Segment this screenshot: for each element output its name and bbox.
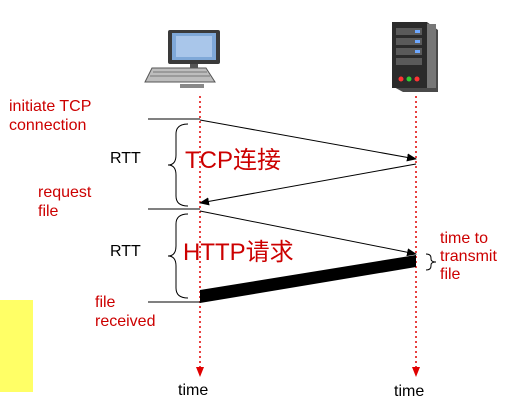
client-time-label: time — [178, 382, 209, 399]
http-timing-diagram: initiate TCP connection RTT TCP连接 reques… — [0, 0, 528, 417]
time-to-transmit-label-2: transmit — [440, 248, 497, 265]
time-to-transmit-label-1: time to — [440, 230, 489, 247]
initiate-tcp-label-1: initiate TCP — [9, 98, 92, 115]
yellow-highlight-box — [0, 300, 33, 392]
request-file-label-1: request — [38, 184, 92, 201]
http-request-label: HTTP请求 — [183, 239, 294, 266]
tcp-handshake-label: TCP连接 — [185, 147, 281, 174]
initiate-tcp-label-2: connection — [9, 117, 87, 134]
request-file-label-2: file — [38, 203, 59, 220]
file-received-label-1: file — [95, 294, 116, 311]
rtt-label-1: RTT — [110, 150, 141, 167]
time-to-transmit-label-3: file — [440, 266, 461, 283]
rtt-label-2: RTT — [110, 243, 141, 260]
server-tower-icon — [392, 22, 438, 92]
transmit-brace — [425, 253, 437, 271]
file-received-label-2: received — [95, 313, 156, 330]
server-time-label: time — [394, 383, 425, 400]
diagram-canvas — [0, 22, 438, 392]
desktop-computer-icon — [144, 30, 220, 88]
